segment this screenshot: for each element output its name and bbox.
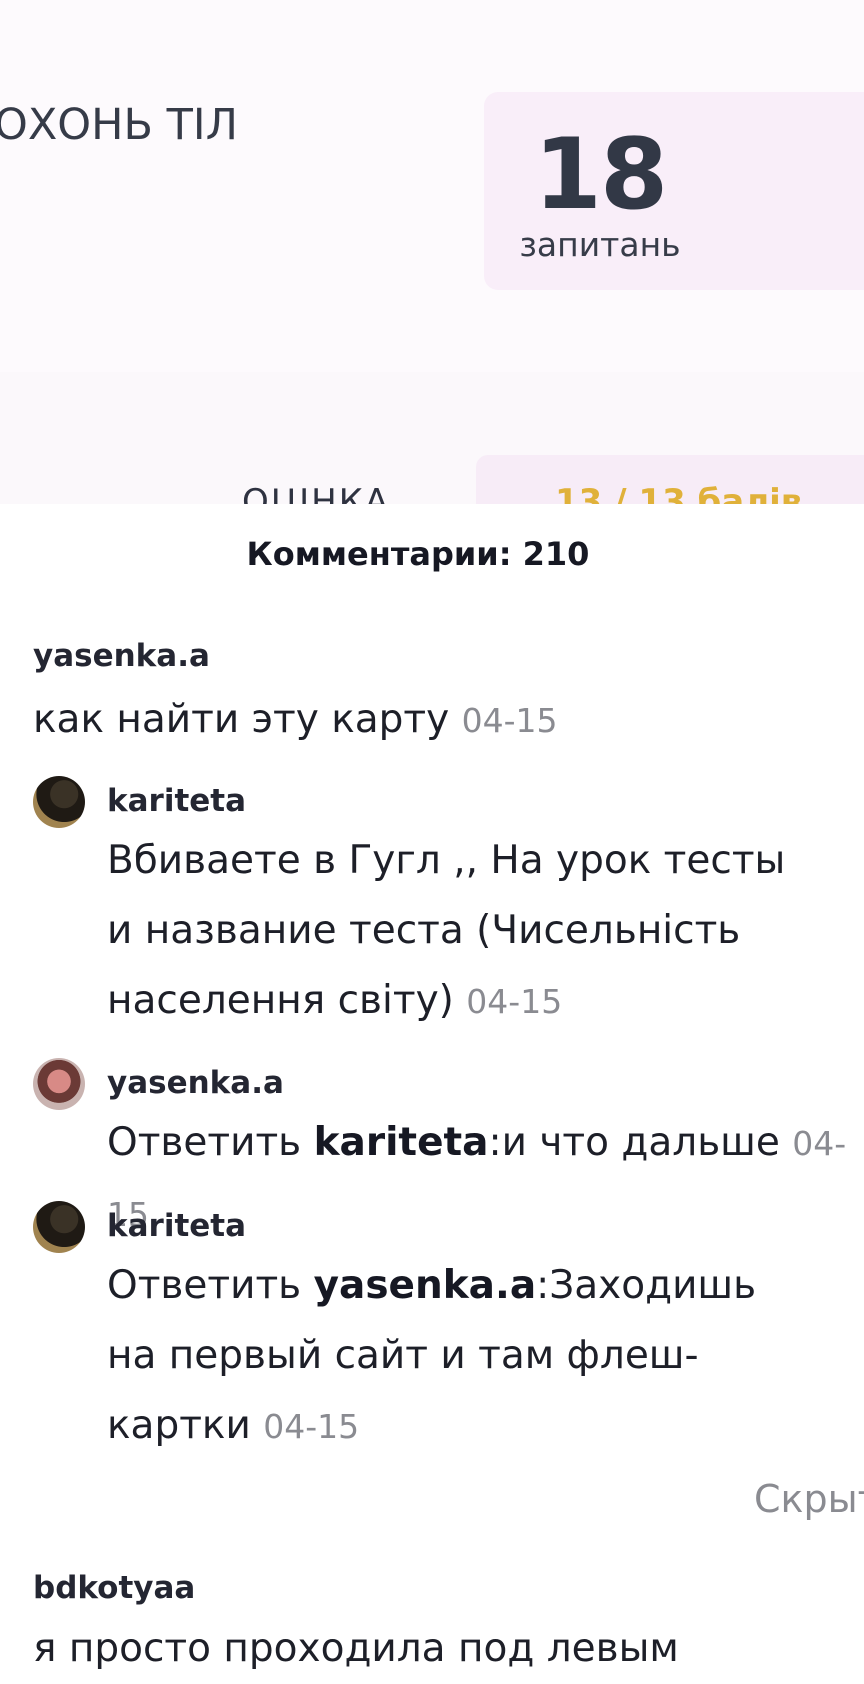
avatar[interactable] (33, 1058, 85, 1110)
reply-mention[interactable]: kariteta (314, 1120, 489, 1165)
reply-date: 04-15 (466, 982, 563, 1021)
comment-item[interactable]: yasenka.a (33, 638, 210, 674)
hide-replies-button[interactable]: Скрыт (754, 1477, 864, 1521)
reply-username[interactable]: kariteta (107, 1208, 246, 1244)
comments-title: Комментарии: 210 (246, 535, 590, 573)
comment-body: как найти эту карту (33, 697, 450, 742)
score-label: ОЦІНКА (242, 482, 391, 504)
comment-text: я просто проходила под левым (33, 1626, 679, 1671)
reply-prefix: Ответить (107, 1120, 302, 1165)
reply-text: Вбиваете в Гугл ,, На урок тесты и назва… (107, 826, 807, 1037)
reply-date: 04-15 (263, 1407, 360, 1446)
question-count-value: 18 (533, 118, 668, 232)
comment-username[interactable]: yasenka.a (33, 638, 210, 674)
reply-mention[interactable]: yasenka.a (314, 1263, 537, 1308)
reply-text: Ответить yasenka.a:Заходишь на первый са… (107, 1251, 807, 1462)
question-count-label: запитань (519, 225, 681, 264)
reply-body: :и что дальше (488, 1120, 780, 1165)
avatar[interactable] (33, 776, 85, 828)
reply-username[interactable]: kariteta (107, 783, 246, 819)
score-value: 13 / 13 балів (555, 482, 803, 504)
comment-text: как найти эту карту 04-15 (33, 685, 833, 756)
comment-date: 04-15 (461, 701, 558, 740)
reply-prefix: Ответить (107, 1263, 302, 1308)
reply-body: Вбиваете в Гугл ,, На урок тесты и назва… (107, 838, 786, 1023)
reply-username[interactable]: yasenka.a (107, 1065, 284, 1101)
avatar[interactable] (33, 1201, 85, 1253)
video-preview[interactable]: ОХОНЬ ТІЛ 18 запитань ОЦІНКА 13 / 13 бал… (0, 0, 864, 504)
comment-username[interactable]: bdkotyaa (33, 1570, 195, 1606)
quiz-topic-text: ОХОНЬ ТІЛ (0, 100, 238, 150)
